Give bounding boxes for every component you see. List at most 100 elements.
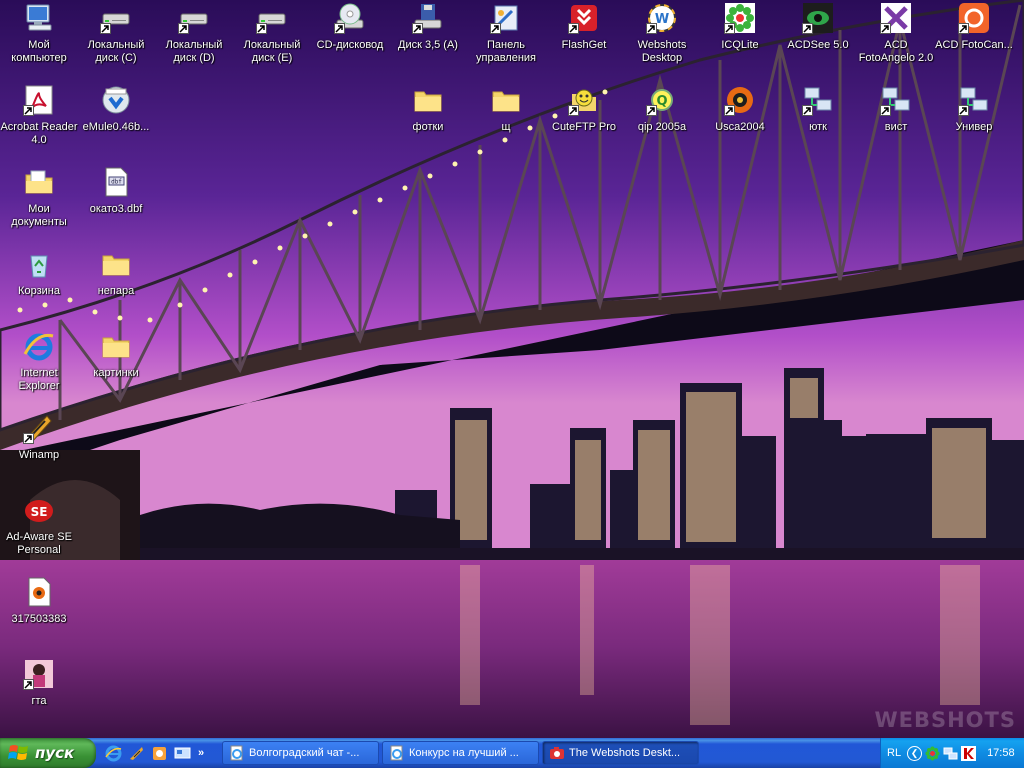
desktop-icon-icqlite[interactable]: ICQLite <box>701 2 779 52</box>
desktop-icon-floppy-a[interactable]: Диск 3,5 (A) <box>389 2 467 52</box>
desktop-icon-my-computer[interactable]: Мой компьютер <box>0 2 78 65</box>
desktop-icon-label: Мои документы <box>11 203 67 228</box>
desktop-icon-acdsee[interactable]: ACDSee 5.0 <box>779 2 857 52</box>
clock[interactable]: 17:58 <box>987 747 1015 759</box>
task-label: Конкурс на лучший ... <box>409 747 519 759</box>
nepara-icon <box>100 248 132 280</box>
desktop-icon-file-317503383[interactable]: 317503383 <box>0 576 78 626</box>
tray-expand-icon[interactable]: ❮ <box>907 745 923 761</box>
webshots-icon: W <box>646 2 678 34</box>
icq-tray-icon[interactable] <box>925 746 940 761</box>
language-indicator[interactable]: RL <box>887 747 901 759</box>
desktop-icon-label: Winamp <box>18 449 60 461</box>
flashget-icon <box>568 2 600 34</box>
desktop-icon-sch[interactable]: щ <box>467 84 545 134</box>
local-disk-e-icon <box>256 2 288 34</box>
desktop-icon-flashget[interactable]: FlashGet <box>545 2 623 52</box>
local-disk-c-icon <box>100 2 132 34</box>
desktop-icon-adaware[interactable]: SE Ad-Aware SE Personal <box>0 494 78 557</box>
usca-icon <box>724 84 756 116</box>
desktop-icon-control-panel[interactable]: Панель управления <box>467 2 545 65</box>
desktop-icon-label: картинки <box>93 367 139 379</box>
control-panel-icon <box>490 2 522 34</box>
start-button[interactable]: пуск <box>0 738 96 768</box>
desktop-icon-qip[interactable]: Qqip 2005a <box>623 84 701 134</box>
shortcut-arrow-icon <box>23 105 34 116</box>
desktop-icon-label: Webshots Desktop <box>637 39 687 64</box>
taskbar-button-webshots[interactable]: The Webshots Deskt... <box>542 741 699 765</box>
internet-explorer-icon <box>23 330 55 362</box>
shortcut-arrow-icon <box>880 23 891 34</box>
desktop-icon-cd-drive[interactable]: CD-дисковод <box>311 2 389 52</box>
shortcut-arrow-icon <box>802 105 813 116</box>
cd-drive-icon <box>334 2 366 34</box>
univer-icon <box>958 84 990 116</box>
desktop-icon-label: Internet Explorer <box>18 367 60 392</box>
desktop-icon-emule[interactable]: eMule0.46b... <box>77 84 155 134</box>
sch-icon <box>490 84 522 116</box>
fotoangelo-icon <box>880 2 912 34</box>
shortcut-arrow-icon <box>568 23 579 34</box>
acdsee-icon[interactable] <box>150 744 169 763</box>
desktop-icon-label: ACDSee 5.0 <box>787 39 849 51</box>
taskbar-button-contest[interactable]: Конкурс на лучший ... <box>382 741 539 765</box>
desktop-icon-local-disk-d[interactable]: Локальный диск (D) <box>155 2 233 65</box>
desktop-icon-label: Ad-Aware SE Personal <box>6 531 72 556</box>
desktop-icon-label: вист <box>884 121 908 133</box>
desktop-icon-gta[interactable]: гта <box>0 658 78 708</box>
desktop-icon-winamp[interactable]: Winamp <box>0 412 78 462</box>
desktop-icon-yutk[interactable]: ютк <box>779 84 857 134</box>
desktop-icon-label: Диск 3,5 (A) <box>398 39 458 51</box>
cuteftp-icon <box>568 84 600 116</box>
network-tray-icon[interactable] <box>943 746 958 761</box>
desktop-icon-label: щ <box>501 121 511 133</box>
winamp-icon[interactable] <box>127 744 146 763</box>
desktop-icon-local-disk-e[interactable]: Локальный диск (E) <box>233 2 311 65</box>
desktop-icon-fotki[interactable]: фотки <box>389 84 467 134</box>
emule-icon <box>100 84 132 116</box>
shortcut-arrow-icon <box>724 23 735 34</box>
local-disk-d-icon <box>178 2 210 34</box>
desktop-icon-nepara[interactable]: непара <box>77 248 155 298</box>
recycle-bin-icon <box>23 248 55 280</box>
desktop-icon-okato[interactable]: dbf окато3.dbf <box>77 166 155 216</box>
desktop-icon-label: Локальный диск (E) <box>243 39 301 64</box>
desktop-icon-label: Локальный диск (C) <box>87 39 145 64</box>
fotocanvas-icon <box>958 2 990 34</box>
taskbar-button-volgograd-chat[interactable]: Волгоградский чат -... <box>222 741 379 765</box>
yutk-icon <box>802 84 834 116</box>
desktop-icon-fotoangelo[interactable]: ACD FotoAngelo 2.0 <box>857 2 935 65</box>
ie-page-icon <box>230 745 243 761</box>
internet-explorer-icon[interactable] <box>104 744 123 763</box>
desktop-icon-label: CD-дисковод <box>316 39 384 51</box>
desktop-icon-fotocanvas[interactable]: ACD FotoCan... <box>935 2 1013 52</box>
kaspersky-tray-icon[interactable] <box>961 745 977 761</box>
shortcut-arrow-icon <box>100 23 111 34</box>
desktop-icon-univer[interactable]: Универ <box>935 84 1013 134</box>
show-desktop-icon[interactable] <box>173 744 192 763</box>
icqlite-icon <box>724 2 756 34</box>
desktop-icon-vist[interactable]: вист <box>857 84 935 134</box>
desktop-icon-webshots[interactable]: W Webshots Desktop <box>623 2 701 65</box>
svg-text:dbf: dbf <box>111 179 122 186</box>
quick-launch-overflow[interactable]: » <box>198 747 204 759</box>
desktop-icon-local-disk-c[interactable]: Локальный диск (C) <box>77 2 155 65</box>
okato-icon: dbf <box>100 166 132 198</box>
desktop-icon-kartinki[interactable]: картинки <box>77 330 155 380</box>
desktop-icon-usca[interactable]: Usca2004 <box>701 84 779 134</box>
desktop-icon-label: Панель управления <box>476 39 536 64</box>
ie-page-icon <box>390 745 403 761</box>
desktop-icon-internet-explorer[interactable]: Internet Explorer <box>0 330 78 393</box>
desktop-icon-label: eMule0.46b... <box>82 121 150 133</box>
my-documents-icon <box>23 166 55 198</box>
qip-icon: Q <box>646 84 678 116</box>
svg-text:Q: Q <box>656 94 667 109</box>
desktop-icon-recycle-bin[interactable]: Корзина <box>0 248 78 298</box>
desktop-icon-cuteftp[interactable]: CuteFTP Pro <box>545 84 623 134</box>
desktop-icon-acrobat[interactable]: Acrobat Reader 4.0 <box>0 84 78 147</box>
shortcut-arrow-icon <box>23 679 34 690</box>
desktop-icon-my-documents[interactable]: Мои документы <box>0 166 78 229</box>
desktop-icon-label: CuteFTP Pro <box>552 121 616 133</box>
desktop-icon-label: FlashGet <box>561 39 607 51</box>
kartinki-icon <box>100 330 132 362</box>
